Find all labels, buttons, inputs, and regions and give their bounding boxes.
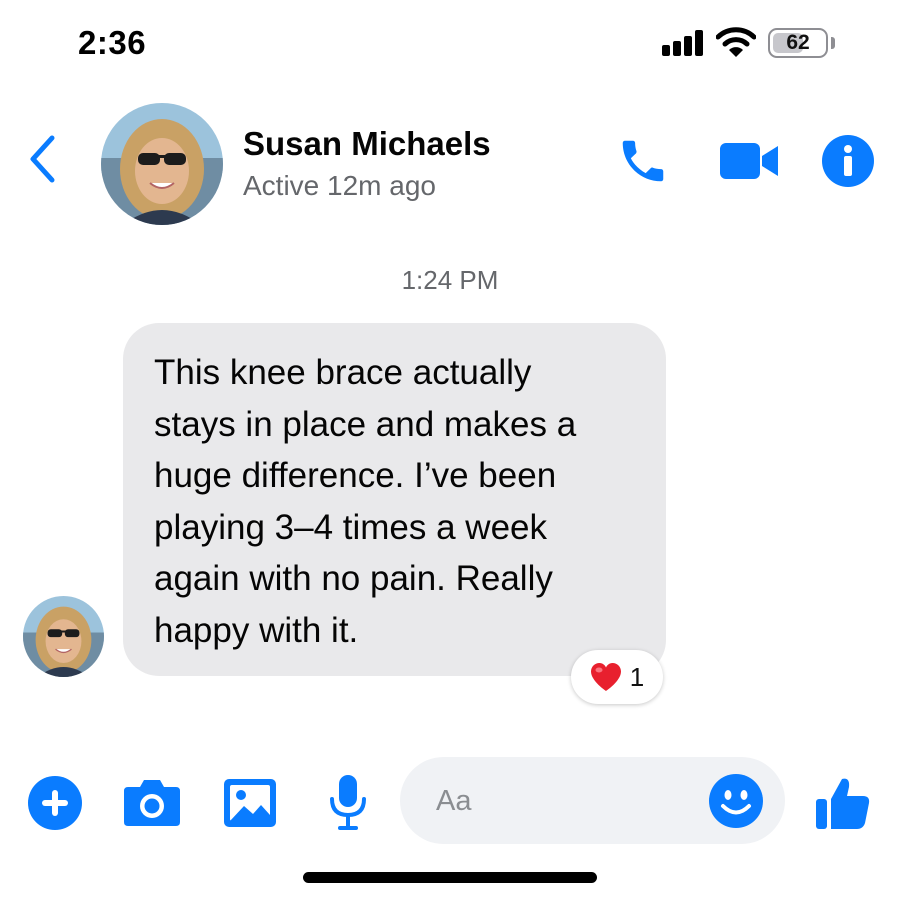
message-composer [0,755,900,850]
home-indicator [303,872,597,883]
phone-icon [622,140,664,182]
reaction-badge[interactable]: 1 [571,650,663,704]
contact-name[interactable]: Susan Michaels [243,125,491,163]
message-line: This knee brace actually [154,353,532,392]
chevron-left-icon [30,135,55,183]
gallery-button[interactable] [220,773,280,833]
info-icon [822,135,874,187]
plus-icon [28,776,82,830]
status-time: 2:36 [78,24,147,61]
battery-icon: 62 [768,28,828,58]
message-text: This knee brace actually stays in place … [154,347,642,656]
video-call-button[interactable] [715,131,783,191]
emoji-button[interactable] [708,773,764,829]
emoji-icon [709,774,763,828]
voice-call-button[interactable] [613,131,673,191]
sender-avatar[interactable] [23,596,104,677]
image-icon [224,779,276,827]
camera-button[interactable] [122,773,182,833]
battery-nub [831,37,835,49]
reaction-count: 1 [629,661,645,692]
voice-message-button[interactable] [318,773,378,833]
message-line: huge difference. I’ve been [154,456,557,495]
heart-icon [590,663,621,691]
message-bubble[interactable]: This knee brace actually stays in place … [123,323,666,676]
status-bar: 2:36 62 [0,0,900,90]
message-input[interactable] [436,777,696,825]
camera-icon [124,780,180,826]
microphone-icon [330,775,366,830]
message-line: stays in place and makes a [154,404,577,444]
more-actions-button[interactable] [25,773,85,833]
message-line: happy with it. [154,610,359,650]
wifi-icon [715,26,757,58]
cellular-signal-icon [662,30,704,56]
thumbs-up-icon [816,778,870,829]
message-timestamp: 1:24 PM [401,265,499,295]
video-camera-icon [720,143,778,179]
conversation-header: Susan Michaels Active 12m ago [0,95,900,235]
active-status: Active 12m ago [243,170,436,201]
message-line: playing 3–4 times a week [154,507,547,547]
back-button[interactable] [20,131,64,187]
message-input-wrapper [400,757,785,844]
info-button[interactable] [818,131,878,191]
message-line: again with no pain. Really [154,559,553,598]
battery-level: 62 [786,31,810,54]
like-button[interactable] [813,773,873,833]
contact-avatar[interactable] [101,103,223,225]
